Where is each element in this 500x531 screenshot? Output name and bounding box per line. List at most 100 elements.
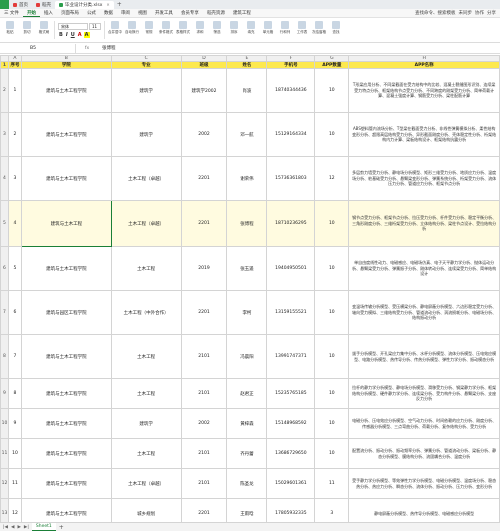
- cell-name[interactable]: 冯晨阳: [226, 334, 268, 379]
- cell-app-names[interactable]: 单自由度线性动力、电磁感应、电磁场仿真、电子天平静力学分析、抛体运动分析、悬臂梁…: [348, 246, 500, 291]
- cell-app-count[interactable]: 3: [314, 498, 350, 522]
- name-box[interactable]: B5: [0, 43, 76, 53]
- cell-major[interactable]: 土木工程（卓越）: [110, 200, 182, 247]
- cell-phone[interactable]: 15148968592: [266, 408, 316, 439]
- number-format-button[interactable]: 常规: [142, 21, 156, 39]
- cell-name[interactable]: 邓一航: [226, 112, 268, 157]
- cell-app-count[interactable]: 10: [314, 378, 350, 409]
- cell-class[interactable]: 2019: [180, 246, 228, 291]
- cell-major[interactable]: 土木工程: [110, 246, 182, 291]
- search-command-input[interactable]: 查找命令、搜索模板: [415, 10, 456, 16]
- close-tab-icon[interactable]: ✕: [106, 2, 109, 7]
- cell-major[interactable]: 土木工程（卓越）: [110, 468, 182, 499]
- collaborate-button[interactable]: 协作: [475, 10, 484, 16]
- cell-phone[interactable]: 17805932335: [266, 498, 316, 522]
- prev-sheet-icon[interactable]: ◀: [11, 525, 14, 530]
- row-number[interactable]: 5: [0, 200, 9, 247]
- menu-insert[interactable]: 插入: [40, 10, 57, 16]
- cell-class[interactable]: 2101: [180, 438, 228, 469]
- row-number[interactable]: 8: [0, 334, 9, 379]
- rows-columns-button[interactable]: 行和列: [278, 21, 292, 39]
- cell-serial[interactable]: 9: [7, 408, 22, 439]
- cell-class[interactable]: 2101: [180, 468, 228, 499]
- share-button[interactable]: 分享: [487, 10, 496, 16]
- cell-phone[interactable]: 15235765185: [266, 378, 316, 409]
- cell-serial[interactable]: 10: [7, 438, 22, 469]
- menu-formulas[interactable]: 公式: [83, 10, 100, 16]
- cell-serial[interactable]: 11: [7, 468, 22, 499]
- cell-app-names[interactable]: 变温场传输分析模型、受压横梁分析、静电屏蔽分析模型、六边形稳定受力分析、轴向受力…: [348, 290, 500, 335]
- cell-app-names[interactable]: 钢节点受力分析、框架节点分析、拉压受力分析、杆件受力分析、稳定平衡分析、三角形刚…: [348, 200, 500, 247]
- cell-name[interactable]: 谢荣伟: [226, 156, 268, 201]
- fx-icon[interactable]: fx: [76, 46, 98, 51]
- row-number[interactable]: 2: [0, 68, 9, 113]
- menu-data[interactable]: 数据: [100, 10, 117, 16]
- menu-page-layout[interactable]: 页面布局: [57, 10, 83, 16]
- cell-phone[interactable]: 18740344436: [266, 68, 316, 113]
- cell-app-names[interactable]: 拔手分析模型、开孔梁应力集中分析、水杯分析模型、流体分析模型、压电效应模型、电路…: [348, 334, 500, 379]
- cell-name[interactable]: 张博程: [226, 200, 268, 247]
- cell-serial[interactable]: 6: [7, 290, 22, 335]
- cell-phone[interactable]: 13991747371: [266, 334, 316, 379]
- font-name-select[interactable]: 宋体: [58, 22, 88, 30]
- cell-class[interactable]: 2201: [180, 156, 228, 201]
- cell-app-count[interactable]: 10: [314, 112, 350, 157]
- next-sheet-icon[interactable]: ▶: [17, 525, 20, 530]
- conditional-format-button[interactable]: 条件格式: [159, 21, 173, 39]
- tab-docer[interactable]: 稻壳: [32, 1, 55, 9]
- find-button[interactable]: 查找: [329, 21, 343, 39]
- row-number[interactable]: 7: [0, 290, 9, 335]
- freeze-panes-button[interactable]: 冻结窗格: [312, 21, 326, 39]
- cell-college[interactable]: 建筑与土木工程学院: [20, 408, 112, 439]
- cell-app-names[interactable]: 拉杆的静力学分析模型、静电场分析模型、滑移受力分析、钢梁静力学分析、框架结构分析…: [348, 378, 500, 409]
- row-number[interactable]: 10: [0, 408, 9, 439]
- first-sheet-icon[interactable]: |◀: [3, 525, 8, 530]
- cell-name[interactable]: 黄梓森: [226, 408, 268, 439]
- cell-phone[interactable]: 18710236295: [266, 200, 316, 247]
- cell-major[interactable]: 土木工程（卓越）: [110, 156, 182, 201]
- cell-class[interactable]: 2002: [180, 408, 228, 439]
- add-sheet-button[interactable]: +: [59, 524, 64, 531]
- cell-app-names[interactable]: 配置流分析、振动分析、振动频率分析、弹簧分析、管道流动分析、梁板分析、静态分析模…: [348, 438, 500, 469]
- cell-app-count[interactable]: 10: [314, 200, 350, 247]
- format-painter-button[interactable]: 格式刷: [37, 21, 51, 39]
- cell-college[interactable]: 建筑与园区工程学院: [20, 290, 112, 335]
- menu-member[interactable]: 会员专享: [177, 10, 203, 16]
- wrap-text-button[interactable]: 自动换行: [125, 21, 139, 39]
- cell-name[interactable]: 王雨晗: [226, 498, 268, 522]
- cell-serial[interactable]: 1: [7, 68, 22, 113]
- row-number[interactable]: 9: [0, 378, 9, 409]
- paste-button[interactable]: 粘贴: [3, 21, 17, 39]
- cell-app-count[interactable]: 11: [314, 468, 350, 499]
- row-number[interactable]: 12: [0, 468, 9, 499]
- fill-button[interactable]: 填充: [244, 21, 258, 39]
- header-cell[interactable]: 专业: [110, 61, 182, 69]
- cell-major[interactable]: 建筑学: [110, 68, 182, 113]
- cell-class[interactable]: 2101: [180, 378, 228, 409]
- cell-name[interactable]: 陈圣龙: [226, 468, 268, 499]
- last-sheet-icon[interactable]: ▶|: [24, 525, 29, 530]
- cell-app-names[interactable]: ABS塑料管内流场分析、T型梁在截面受力分析、非线性弹簧模拟分析、柔性结构变形分…: [348, 112, 500, 157]
- cell-app-count[interactable]: 10: [314, 290, 350, 335]
- menu-construction[interactable]: 建筑工程: [229, 10, 255, 16]
- cell-college[interactable]: 建筑与土木工程学院: [20, 68, 112, 113]
- app-logo-icon[interactable]: [0, 0, 9, 9]
- header-cell[interactable]: APP名称: [348, 61, 500, 69]
- font-size-select[interactable]: 11: [89, 22, 101, 30]
- header-cell[interactable]: 手机号: [266, 61, 316, 69]
- new-tab-button[interactable]: +: [114, 1, 125, 8]
- cell-serial[interactable]: 8: [7, 378, 22, 409]
- cell-major[interactable]: 土木工程（中外合作）: [110, 290, 182, 335]
- cell-serial[interactable]: 12: [7, 498, 22, 522]
- cell-class[interactable]: 2201: [180, 498, 228, 522]
- table-style-button[interactable]: 表格样式: [176, 21, 190, 39]
- bold-button[interactable]: B: [58, 32, 64, 38]
- formula-input[interactable]: 张博程: [98, 45, 116, 51]
- cell-class[interactable]: 建筑学2002: [180, 68, 228, 113]
- highlight-button[interactable]: A: [83, 31, 90, 38]
- header-cell[interactable]: APP数量: [314, 61, 350, 69]
- cell-app-names[interactable]: 电磁分析、压电效应分析模型、空气动力分析、时间依赖的应力分析、刚度分析、传感器分…: [348, 408, 500, 439]
- cell-major[interactable]: 土木工程: [110, 438, 182, 469]
- underline-button[interactable]: U: [70, 32, 76, 38]
- menu-file[interactable]: 三 文件: [0, 10, 23, 16]
